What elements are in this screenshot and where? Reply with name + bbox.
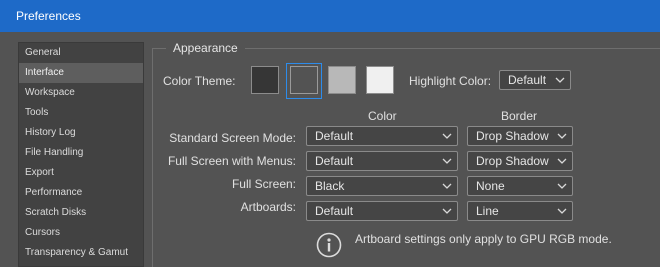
- chevron-down-icon: [557, 158, 567, 164]
- chevron-down-icon: [557, 133, 567, 139]
- border-column-header: Border: [501, 109, 538, 123]
- window-title: Preferences: [16, 9, 81, 23]
- full-screen-menus-label: Full Screen with Menus:: [167, 154, 296, 168]
- sidebar-item-tools[interactable]: Tools: [19, 103, 143, 123]
- full-screen-menus-color-value: Default: [315, 154, 354, 168]
- chevron-down-icon: [442, 133, 452, 139]
- full-screen-label: Full Screen:: [231, 177, 296, 191]
- chevron-down-icon: [442, 158, 452, 164]
- standard-screen-color-value: Default: [315, 129, 354, 143]
- full-screen-menus-border-dropdown[interactable]: Drop Shadow: [467, 151, 573, 171]
- theme-darkest-swatch[interactable]: [251, 66, 279, 94]
- color-column-header: Color: [368, 109, 397, 123]
- color-theme-label: Color Theme:: [163, 74, 236, 88]
- artboards-border-dropdown[interactable]: Line: [467, 201, 573, 221]
- highlight-color-dropdown[interactable]: Default: [499, 70, 571, 90]
- standard-screen-border-value: Drop Shadow: [476, 129, 549, 143]
- theme-medium-light-swatch[interactable]: [328, 66, 356, 94]
- highlight-color-value: Default: [508, 73, 547, 87]
- theme-dark-swatch[interactable]: [290, 66, 318, 94]
- artboard-info-text: Artboard settings only apply to GPU RGB …: [355, 232, 612, 246]
- sidebar-item-transparency-gamut[interactable]: Transparency & Gamut: [19, 243, 143, 263]
- sidebar-item-workspace[interactable]: Workspace: [19, 83, 143, 103]
- artboards-border-value: Line: [476, 204, 499, 218]
- standard-screen-border-dropdown[interactable]: Drop Shadow: [467, 126, 573, 146]
- sidebar-item-history-log[interactable]: History Log: [19, 123, 143, 143]
- sidebar-item-file-handling[interactable]: File Handling: [19, 143, 143, 163]
- full-screen-border-value: None: [476, 179, 505, 193]
- full-screen-color-value: Black: [315, 179, 345, 193]
- sidebar-item-general[interactable]: General: [19, 43, 143, 63]
- theme-light-swatch[interactable]: [366, 66, 394, 94]
- chevron-down-icon: [555, 77, 565, 83]
- chevron-down-icon: [442, 183, 452, 189]
- sidebar-item-interface[interactable]: Interface: [19, 63, 143, 83]
- sidebar-item-performance[interactable]: Performance: [19, 183, 143, 203]
- full-screen-color-dropdown[interactable]: Black: [306, 176, 458, 196]
- sidebar-item-scratch-disks[interactable]: Scratch Disks: [19, 203, 143, 223]
- standard-screen-color-dropdown[interactable]: Default: [306, 126, 458, 146]
- artboards-color-dropdown[interactable]: Default: [306, 201, 458, 221]
- chevron-down-icon: [557, 208, 567, 214]
- sidebar-item-export[interactable]: Export: [19, 163, 143, 183]
- info-icon: [316, 232, 342, 258]
- full-screen-menus-color-dropdown[interactable]: Default: [306, 151, 458, 171]
- full-screen-menus-border-value: Drop Shadow: [476, 154, 549, 168]
- full-screen-border-dropdown[interactable]: None: [467, 176, 573, 196]
- artboards-color-value: Default: [315, 204, 354, 218]
- highlight-color-label: Highlight Color:: [409, 74, 492, 88]
- appearance-group-title: Appearance: [166, 41, 245, 55]
- chevron-down-icon: [442, 208, 452, 214]
- standard-screen-mode-label: Standard Screen Mode:: [169, 131, 296, 145]
- title-bar: Preferences: [0, 0, 660, 32]
- chevron-down-icon: [557, 183, 567, 189]
- artboards-label: Artboards:: [240, 200, 296, 214]
- sidebar-item-cursors[interactable]: Cursors: [19, 223, 143, 243]
- preferences-sidebar: General Interface Workspace Tools Histor…: [18, 42, 144, 267]
